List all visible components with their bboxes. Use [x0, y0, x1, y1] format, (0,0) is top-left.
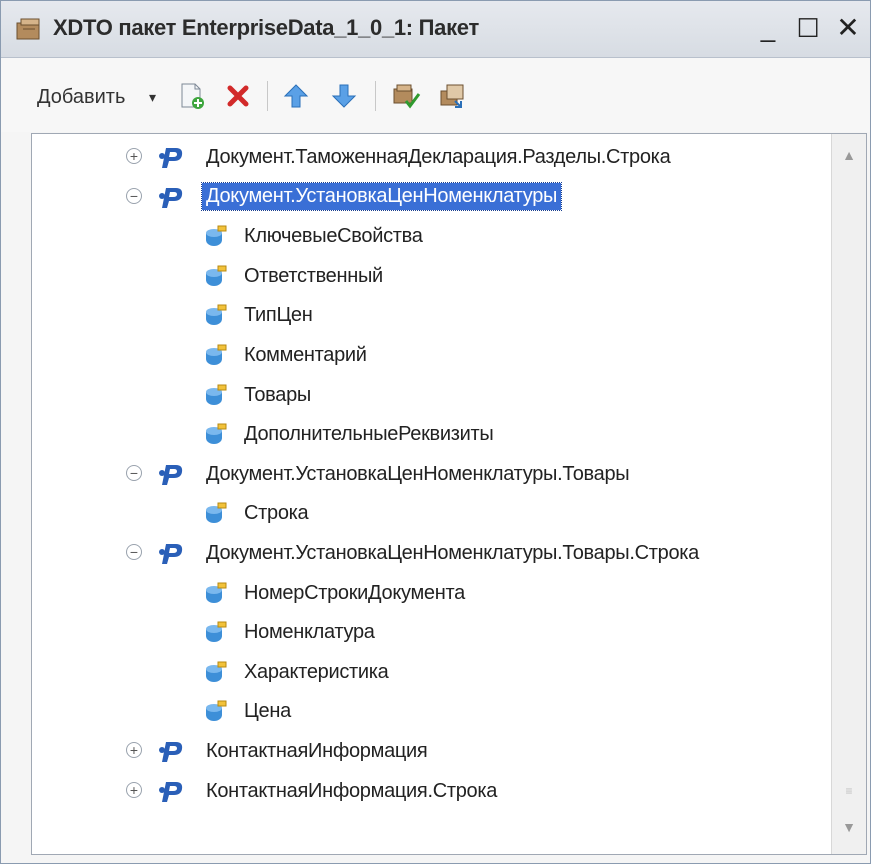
property-icon — [206, 304, 227, 326]
tree-node-label: КлючевыеСвойства — [244, 225, 423, 248]
tree-node-label: Номенклатура — [244, 621, 375, 644]
tree-node-label: Комментарий — [244, 344, 367, 366]
collapse-icon[interactable]: − — [126, 187, 142, 204]
property-icon — [206, 384, 227, 405]
tree-node-label: КонтактнаяИнформация — [206, 740, 428, 762]
tree-node-label: Цена — [244, 700, 291, 723]
toolbar-separator — [267, 81, 268, 111]
property-icon — [206, 423, 227, 445]
tree-node-property[interactable]: НомерСтрокиДокумента — [32, 578, 822, 610]
move-down-icon[interactable] — [329, 81, 359, 111]
tree-node-package[interactable]: + КонтактнаяИнформация.Строка — [32, 776, 822, 808]
toolbar — [1, 58, 870, 132]
tree-node-label: Документ.ТаможеннаяДекларация.Разделы.Ст… — [206, 146, 671, 168]
tree-node-package[interactable]: − Документ.УстановкаЦенНоменклатуры.Товар… — [32, 538, 822, 570]
property-icon — [206, 582, 227, 603]
scroll-down-button[interactable]: ▼ — [836, 814, 862, 840]
expand-icon[interactable]: + — [126, 742, 142, 758]
toolbar-separator — [375, 81, 376, 111]
object-type-icon — [159, 781, 183, 802]
title-bar[interactable]: XDTO пакет EnterpriseData_1_0_1: Пакет _… — [1, 1, 870, 58]
xdto-package-window: XDTO пакет EnterpriseData_1_0_1: Пакет _… — [0, 0, 871, 864]
object-type-icon — [159, 187, 183, 208]
maximize-button[interactable]: ☐ — [793, 13, 823, 43]
scroll-up-button[interactable]: ▲ — [836, 142, 862, 168]
tree-node-property[interactable]: ДополнительныеРеквизиты — [32, 419, 822, 451]
tree-node-label: Ответственный — [244, 264, 383, 287]
tree-node-label: Документ.УстановкаЦенНоменклатуры.Товары… — [206, 542, 700, 564]
tree-node-property[interactable]: Ответственный — [32, 261, 822, 293]
add-document-icon[interactable] — [177, 81, 207, 111]
package-window-icon — [16, 18, 40, 40]
property-icon — [206, 344, 227, 365]
tree-node-package[interactable]: − Документ.УстановкаЦенНоменклатуры — [32, 181, 822, 214]
check-icon[interactable] — [391, 81, 421, 111]
property-icon — [206, 661, 227, 682]
object-type-icon — [159, 742, 183, 762]
tree-node-property[interactable]: Комментарий — [32, 340, 822, 372]
tree-node-property[interactable]: Товары — [32, 380, 822, 412]
chevron-down-icon[interactable]: ▾ — [149, 89, 156, 106]
tree-node-label: Характеристика — [244, 660, 389, 683]
tree-node-property[interactable]: Характеристика — [32, 657, 822, 689]
vertical-scrollbar[interactable]: ▲ ≡ ▼ — [831, 134, 866, 854]
copy-icon[interactable] — [437, 81, 467, 111]
tree-node-label: ДополнительныеРеквизиты — [244, 423, 494, 446]
property-icon — [206, 621, 227, 643]
expand-icon[interactable]: + — [126, 148, 142, 164]
object-type-icon — [159, 544, 183, 564]
tree-node-label: ТипЦен — [244, 304, 313, 327]
tree-node-label: Товары — [244, 383, 311, 406]
tree-node-package[interactable]: + КонтактнаяИнформация — [32, 736, 822, 768]
tree-node-property[interactable]: Строка — [32, 498, 822, 530]
tree-node-label: КонтактнаяИнформация.Строка — [206, 779, 498, 802]
object-type-icon — [159, 148, 183, 168]
add-dropdown-button[interactable]: Добавить — [37, 86, 125, 109]
tree-node-package[interactable]: − Документ.УстановкаЦенНоменклатуры.Товар… — [32, 459, 822, 491]
minimize-button[interactable]: _ — [753, 13, 783, 43]
tree-node-label: Строка — [244, 502, 309, 525]
collapse-icon[interactable]: − — [126, 464, 142, 481]
property-icon — [206, 502, 227, 524]
tree-panel[interactable]: + Документ.ТаможеннаяДекларация.Разделы.С… — [31, 133, 867, 855]
close-button[interactable]: ✕ — [833, 13, 863, 43]
move-up-icon[interactable] — [281, 81, 311, 111]
tree-node-package[interactable]: + Документ.ТаможеннаяДекларация.Разделы.С… — [32, 142, 822, 174]
collapse-icon[interactable]: − — [126, 544, 142, 560]
expand-icon[interactable]: + — [126, 781, 142, 798]
tree-node-label: НомерСтрокиДокумента — [244, 581, 465, 604]
scroll-grip-icon[interactable]: ≡ — [842, 784, 856, 798]
property-icon — [206, 700, 227, 722]
tree-node-property[interactable]: Цена — [32, 696, 822, 728]
tree-node-property[interactable]: ТипЦен — [32, 300, 822, 332]
tree-node-label: Документ.УстановкаЦенНоменклатуры.Товары — [206, 462, 630, 485]
window-title: XDTO пакет EnterpriseData_1_0_1: Пакет — [53, 15, 479, 40]
property-icon — [206, 225, 227, 247]
delete-icon[interactable] — [223, 81, 253, 111]
property-icon — [206, 265, 227, 286]
tree-node-label: Документ.УстановкаЦенНоменклатуры — [200, 181, 563, 211]
tree-node-property[interactable]: КлючевыеСвойства — [32, 221, 822, 253]
tree-node-property[interactable]: Номенклатура — [32, 617, 822, 649]
object-type-icon — [159, 464, 183, 485]
